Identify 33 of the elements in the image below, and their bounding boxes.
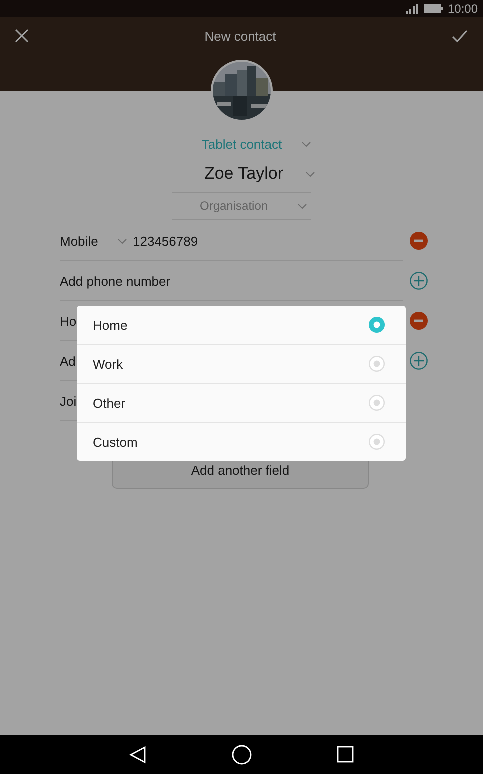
recent-apps-icon[interactable]: [337, 746, 354, 763]
signal-icon: [406, 4, 419, 14]
home-icon[interactable]: [232, 744, 252, 764]
status-time: 10:00: [448, 2, 478, 16]
checkmark-icon[interactable]: [452, 30, 468, 42]
add-icon[interactable]: [410, 272, 428, 290]
chevron-down-icon[interactable]: [306, 172, 315, 176]
radio-button[interactable]: [369, 356, 385, 372]
add-icon[interactable]: [410, 352, 428, 370]
field-label[interactable]: Ad: [60, 354, 76, 368]
organisation-field[interactable]: Organisation: [200, 199, 294, 213]
name-field[interactable]: Zoe Taylor: [204, 164, 284, 184]
phone-type-selector[interactable]: Mobile: [60, 234, 118, 248]
menu-option[interactable]: Custom: [77, 422, 406, 461]
menu-option[interactable]: Work: [77, 344, 406, 383]
remove-icon[interactable]: [410, 232, 428, 250]
menu-option[interactable]: Home: [77, 306, 406, 344]
chevron-down-icon[interactable]: [298, 204, 307, 208]
field-label[interactable]: Joi: [60, 394, 77, 408]
remove-icon[interactable]: [410, 312, 428, 330]
radio-button[interactable]: [369, 317, 385, 333]
radio-button[interactable]: [369, 434, 385, 450]
back-icon[interactable]: [129, 746, 147, 764]
chevron-down-icon[interactable]: [118, 238, 127, 244]
menu-option[interactable]: Other: [77, 383, 406, 422]
battery-icon: [424, 4, 443, 13]
radio-button[interactable]: [369, 395, 385, 411]
field-label[interactable]: Ho: [60, 314, 77, 328]
chevron-down-icon[interactable]: [302, 142, 312, 146]
window-title: New contact: [204, 28, 276, 44]
phone-number-field[interactable]: 123456789: [133, 234, 198, 248]
close-icon[interactable]: [15, 29, 29, 43]
field-label[interactable]: Add phone number: [60, 274, 171, 288]
